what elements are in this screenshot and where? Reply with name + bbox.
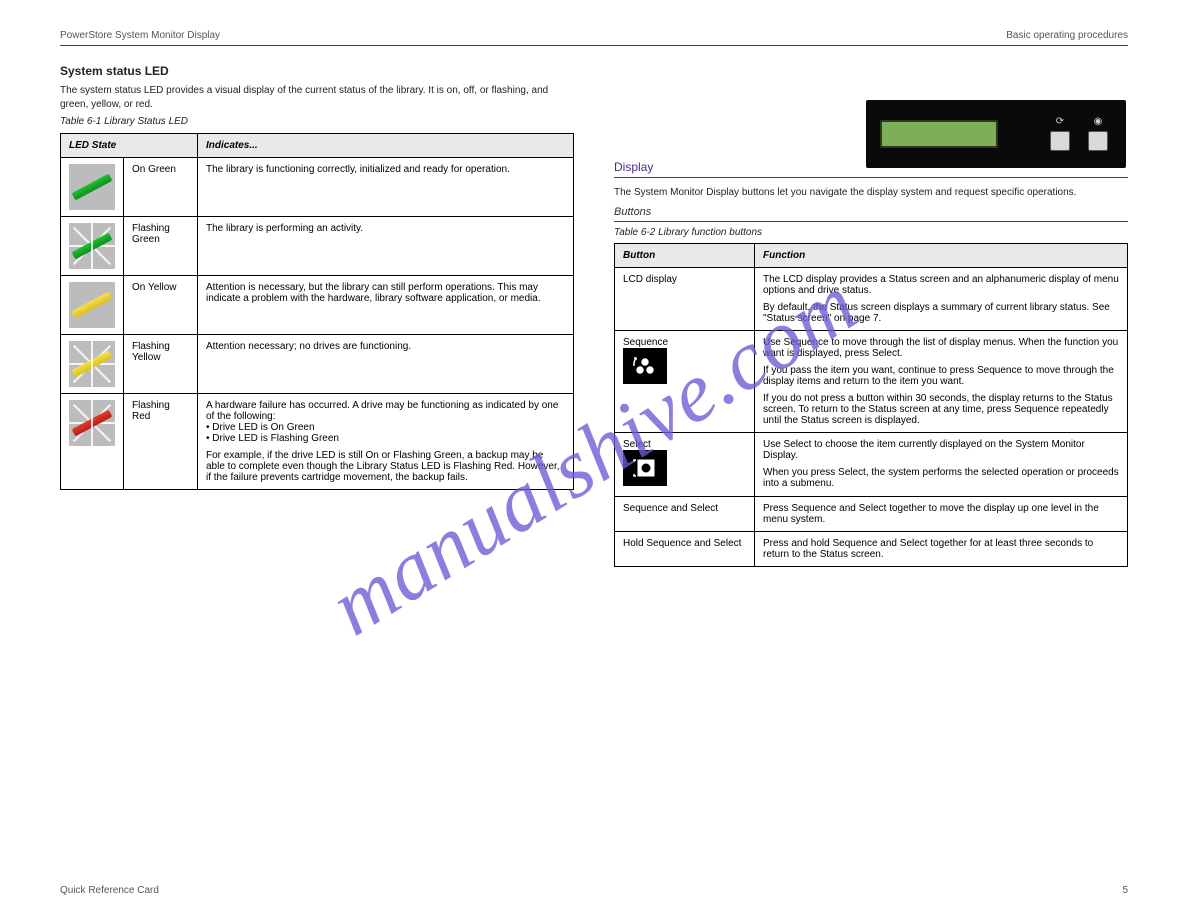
- button-name: Hold Sequence and Select: [615, 532, 755, 567]
- led-state: Flashing Red: [124, 393, 198, 489]
- led-icon-yellow-flash: [69, 341, 115, 387]
- led-state: Flashing Yellow: [124, 334, 198, 393]
- button-func: The LCD display provides a Status screen…: [755, 268, 1128, 331]
- button-name: LCD display: [615, 268, 755, 331]
- status-led-heading: System status LED: [60, 64, 574, 78]
- table-row: Flashing Yellow Attention necessary; no …: [61, 334, 574, 393]
- func-line: If you pass the item you want, continue …: [763, 365, 1119, 387]
- table-row: On Green The library is functioning corr…: [61, 157, 574, 216]
- button-func: Press and hold Sequence and Select toget…: [755, 532, 1128, 567]
- lcd-panel-photo: ⟳ ◉: [866, 100, 1126, 168]
- func-line: Press and hold Sequence and Select toget…: [763, 538, 1119, 560]
- func-line: Use Sequence to move through the list of…: [763, 337, 1119, 359]
- func-line: Use Select to choose the item currently …: [763, 439, 1119, 461]
- col-header-led-state: LED State: [61, 133, 198, 157]
- lcd-screen: [880, 120, 998, 148]
- page-footer: Quick Reference Card 5: [60, 885, 1128, 896]
- table-row: On Yellow Attention is necessary, but th…: [61, 275, 574, 334]
- func-line: If you do not press a button within 30 s…: [763, 393, 1119, 426]
- led-desc: Attention necessary; no drives are funct…: [198, 334, 574, 393]
- led-desc: A hardware failure has occurred. A drive…: [198, 393, 574, 489]
- page-header: PowerStore System Monitor Display Basic …: [60, 30, 1128, 46]
- buttons-table: Button Function LCD display The LCD disp…: [614, 243, 1128, 567]
- status-led-intro: The system status LED provides a visual …: [60, 84, 574, 111]
- func-line: The LCD display provides a Status screen…: [763, 274, 1119, 296]
- led-desc-line: A hardware failure has occurred. A drive…: [206, 400, 565, 422]
- table-row: Flashing Red A hardware failure has occu…: [61, 393, 574, 489]
- led-state: Flashing Green: [124, 216, 198, 275]
- col-header-indicates: Indicates...: [198, 133, 574, 157]
- sequence-button[interactable]: [1050, 131, 1070, 151]
- button-func: Press Sequence and Select together to mo…: [755, 497, 1128, 532]
- status-led-table: LED State Indicates... On Green The libr…: [60, 133, 574, 490]
- led-desc-line: For example, if the drive LED is still O…: [206, 450, 565, 483]
- sequence-icon: [623, 348, 667, 384]
- display-intro: The System Monitor Display buttons let y…: [614, 186, 1128, 200]
- button-name: Select: [623, 439, 746, 450]
- led-desc: The library is performing an activity.: [198, 216, 574, 275]
- col-header-function: Function: [755, 244, 1128, 268]
- sequence-symbol-icon: ⟳: [1056, 117, 1064, 127]
- button-func: Use Select to choose the item currently …: [755, 433, 1128, 497]
- func-line: Press Sequence and Select together to mo…: [763, 503, 1119, 525]
- col-header-button: Button: [615, 244, 755, 268]
- select-icon: [623, 450, 667, 486]
- led-desc: The library is functioning correctly, in…: [198, 157, 574, 216]
- led-icon-yellow-on: [69, 282, 115, 328]
- status-table-caption: Table 6-1 Library Status LED: [60, 115, 574, 129]
- footer-left: Quick Reference Card: [60, 885, 159, 896]
- button-name: Sequence: [623, 337, 746, 348]
- table-row: LCD display The LCD display provides a S…: [615, 268, 1128, 331]
- func-line: When you press Select, the system perfor…: [763, 467, 1119, 489]
- table-row: Sequence and Select Press Sequence and S…: [615, 497, 1128, 532]
- led-state: On Yellow: [124, 275, 198, 334]
- header-right-text: Basic operating procedures: [1006, 30, 1128, 41]
- button-func: Use Sequence to move through the list of…: [755, 331, 1128, 433]
- button-name: Sequence and Select: [615, 497, 755, 532]
- led-state: On Green: [124, 157, 198, 216]
- led-desc-line: • Drive LED is On Green: [206, 422, 565, 433]
- table-row: Sequence Use Sequence to move through th…: [615, 331, 1128, 433]
- table-row: Select Use Select to choose the item cur…: [615, 433, 1128, 497]
- left-column: System status LED The system status LED …: [60, 54, 574, 567]
- buttons-subheading: Buttons: [614, 206, 1128, 222]
- led-icon-green-on: [69, 164, 115, 210]
- led-desc: Attention is necessary, but the library …: [198, 275, 574, 334]
- led-icon-green-flash: [69, 223, 115, 269]
- func-line: By default, the Status screen displays a…: [763, 302, 1119, 324]
- table-row: Hold Sequence and Select Press and hold …: [615, 532, 1128, 567]
- header-left-text: PowerStore System Monitor Display: [60, 30, 220, 41]
- table-row: Flashing Green The library is performing…: [61, 216, 574, 275]
- select-button[interactable]: [1088, 131, 1108, 151]
- footer-page-number: 5: [1122, 885, 1128, 896]
- buttons-table-caption: Table 6-2 Library function buttons: [614, 226, 1128, 240]
- led-icon-red-flash: [69, 400, 115, 446]
- select-symbol-icon: ◉: [1094, 117, 1103, 127]
- led-desc-line: • Drive LED is Flashing Green: [206, 433, 565, 444]
